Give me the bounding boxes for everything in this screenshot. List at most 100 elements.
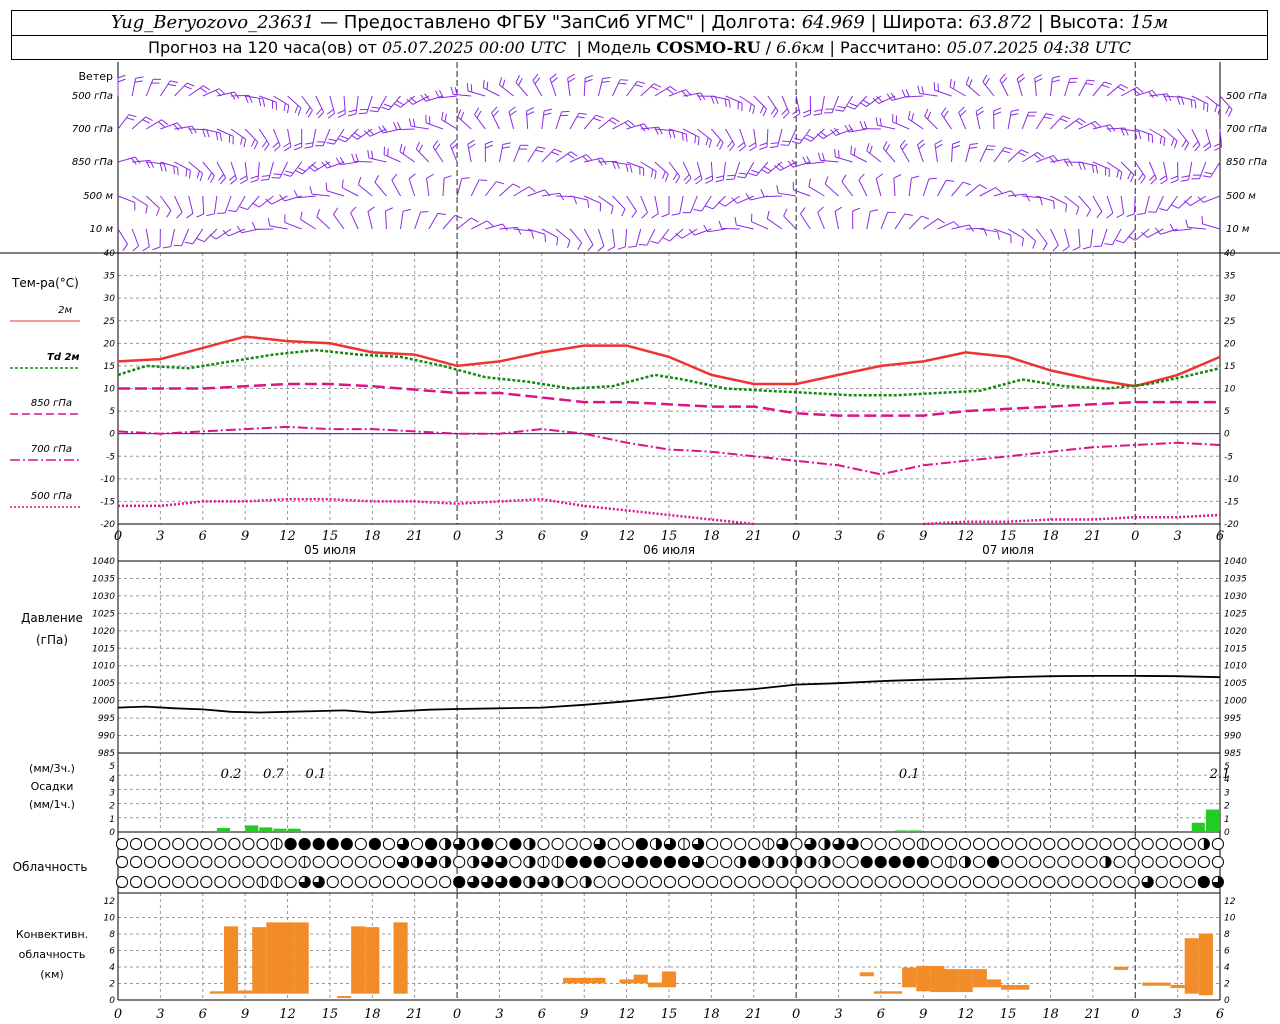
cloud-circle [200,855,213,869]
wind-barb [1123,228,1136,244]
wind-barb-feather [385,207,393,212]
wind-barb-feather [1033,154,1041,160]
cloud-circle [396,875,410,889]
cloud-symbol [1141,855,1154,869]
cloud-circle [1029,875,1042,889]
cloud-symbol [804,875,817,889]
pressure-title: Давление [21,611,83,625]
conv-y-tick-right: 2 [1224,980,1230,990]
cloud-symbol [382,837,396,851]
cloud-symbol [200,875,213,889]
cloud-symbol [944,855,958,869]
conv-bar [1198,933,1213,996]
cloud-symbol [1197,837,1210,851]
wind-barb [145,79,154,97]
wind-barb [993,147,1005,163]
cloud-symbol [228,855,241,869]
wind-barb [908,215,923,230]
wind-barb-feather [1104,81,1112,85]
wind-barb [1155,195,1164,213]
cloud-circle [832,855,845,869]
wind-barb [875,178,882,197]
wind-barb [999,79,1009,97]
cloud-symbol [804,837,817,851]
cloud-symbol [748,855,761,869]
wind-barb-feather [1181,175,1190,178]
wind-barb-feather [264,143,270,151]
wind-barb [1050,228,1059,246]
wind-barb-feather [408,173,416,180]
conv-y-tick-right: 0 [1224,996,1230,1006]
cloud-symbol [256,855,269,869]
wind-barb-feather [669,86,677,92]
pressure-unit: (гПа) [36,633,68,647]
wind-barb [724,195,740,207]
wind-barb-feather [134,156,141,164]
cloud-symbol [495,855,508,869]
wind-level-left: 500 м [83,191,113,202]
cloud-symbol [509,837,522,851]
pressure-y-tick-right: 1040 [1224,557,1247,567]
wind-barb [922,178,930,197]
wind-barb [893,178,896,197]
wind-barb-feather [230,178,237,185]
cloud-circle [677,855,691,869]
cloud-circle [1183,855,1196,869]
conv-x-tick: 3 [156,1007,164,1022]
cloud-symbol [172,855,185,869]
wind-barb-feather [117,74,126,79]
cloud-circle [635,855,648,869]
temp-y-tick-right: -5 [1224,452,1233,462]
cloud-circle [621,875,634,889]
wind-barb [213,195,218,214]
wind-barb-feather [1021,238,1024,247]
cloud-symbol [649,875,663,889]
wind-barb-feather [408,118,412,127]
cloud-symbol [186,837,199,851]
wind-barb-feather [607,246,615,252]
wind-barb-feather [1063,159,1069,167]
wind-barb [657,228,670,244]
precip-y-tick-right: 0 [1224,828,1230,838]
wind-barb-feather [658,126,663,135]
conv-x-tick: 18 [703,1007,720,1022]
wind-barb [1090,228,1094,247]
cloud-symbol [509,855,522,869]
wind-barb-feather [1078,162,1082,170]
wind-barb [788,128,797,146]
wind-barb-feather [132,245,139,252]
cloud-symbol [298,855,311,869]
conv-y-tick-left: 8 [109,930,115,940]
wind-barb-feather [853,147,856,156]
conv-x-tick: 21 [405,1007,423,1022]
precip-annotation: 0.1 [305,767,326,782]
wind-barb-feather [975,106,984,112]
wind-barb-feather [668,130,672,139]
cloud-symbol [916,837,929,851]
cloud-circle [228,875,241,889]
cloud-circle [312,855,325,869]
wind-barb-feather [800,207,806,215]
wind-barb [279,161,288,179]
conv-y-tick-left: 0 [109,996,115,1006]
wind-barb [668,161,681,177]
wind-barb [117,228,128,245]
wind-barb-feather [240,136,243,145]
cloud-symbol [396,855,410,869]
cloud-symbol [607,855,620,869]
wind-barb-feather [177,167,179,176]
temp-y-tick-left: 15 [104,362,116,372]
wind-barb-feather [468,143,476,149]
cloud-circle [1155,855,1168,869]
cloud-fill [824,856,831,868]
wind-barb-feather [461,177,470,180]
cloud-circle [888,855,901,869]
wind-barb [841,181,854,197]
wind-barb-feather [1116,169,1120,178]
wind-barb-feather [584,79,593,83]
wind-barb-feather [482,79,485,88]
wind-barb-feather [576,116,585,119]
wind-barb [1007,149,1022,163]
cloud-symbol [930,855,944,869]
cloud-circle [284,855,297,869]
